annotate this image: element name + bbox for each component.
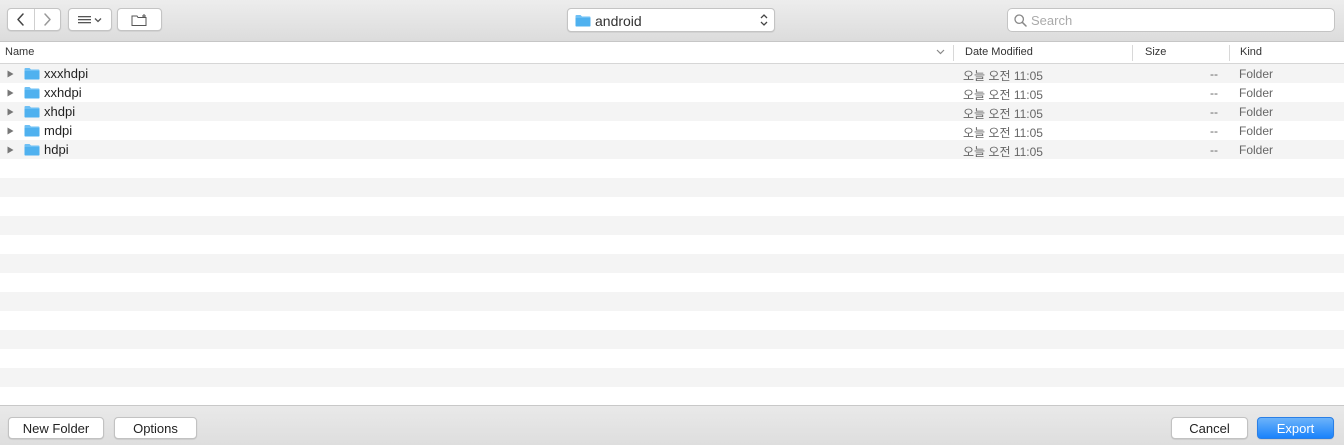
- disclosure-triangle-icon[interactable]: [7, 89, 14, 97]
- location-label: android: [595, 13, 642, 29]
- file-kind: Folder: [1239, 67, 1274, 81]
- column-date-header[interactable]: Date Modified: [965, 42, 1033, 63]
- file-size: --: [1210, 67, 1218, 81]
- back-button[interactable]: [8, 9, 34, 30]
- folder-icon: [24, 144, 40, 156]
- file-date: 오늘 오전 11:05: [963, 107, 1043, 121]
- list-view-icon: [78, 15, 102, 23]
- file-kind: Folder: [1239, 105, 1274, 119]
- chevron-left-icon: [17, 13, 25, 26]
- options-button[interactable]: Options: [114, 417, 197, 439]
- table-row[interactable]: xxxhdpi 오늘 오전 11:05 -- Folder: [0, 64, 1344, 83]
- disclosure-triangle-icon[interactable]: [7, 146, 14, 154]
- folder-icon: [575, 15, 591, 27]
- file-name: xxhdpi: [44, 85, 82, 100]
- sort-descending-icon: [936, 49, 945, 55]
- file-name: hdpi: [44, 142, 69, 157]
- file-date: 오늘 오전 11:05: [963, 88, 1043, 102]
- table-row[interactable]: hdpi 오늘 오전 11:05 -- Folder: [0, 140, 1344, 159]
- folder-icon: [24, 87, 40, 99]
- column-divider[interactable]: [953, 45, 954, 61]
- disclosure-triangle-icon[interactable]: [7, 127, 14, 135]
- nav-button-group: [7, 8, 61, 31]
- file-date: 오늘 오전 11:05: [963, 69, 1043, 83]
- up-down-chevron-icon: [760, 14, 768, 26]
- file-size: --: [1210, 105, 1218, 119]
- new-folder-toolbar-button[interactable]: [117, 8, 162, 31]
- file-list[interactable]: xxxhdpi 오늘 오전 11:05 -- Folder xxhdpi 오늘 …: [0, 64, 1344, 406]
- table-row[interactable]: xxhdpi 오늘 오전 11:05 -- Folder: [0, 83, 1344, 102]
- search-input[interactable]: [1031, 10, 1329, 30]
- column-divider[interactable]: [1132, 45, 1133, 61]
- table-row[interactable]: mdpi 오늘 오전 11:05 -- Folder: [0, 121, 1344, 140]
- file-kind: Folder: [1239, 143, 1274, 157]
- file-name: mdpi: [44, 123, 73, 138]
- folder-icon: [24, 68, 40, 80]
- forward-button[interactable]: [33, 9, 60, 30]
- cancel-button[interactable]: Cancel: [1171, 417, 1248, 439]
- export-button[interactable]: Export: [1257, 417, 1334, 439]
- file-date: 오늘 오전 11:05: [963, 126, 1043, 140]
- dialog-footer: New Folder Options Cancel Export: [0, 405, 1344, 445]
- disclosure-triangle-icon[interactable]: [7, 108, 14, 116]
- column-kind-header[interactable]: Kind: [1240, 42, 1262, 63]
- column-header: Name Date Modified Size Kind: [0, 42, 1344, 64]
- file-kind: Folder: [1239, 86, 1274, 100]
- new-folder-icon: [131, 13, 146, 26]
- folder-icon: [24, 106, 40, 118]
- file-kind: Folder: [1239, 124, 1274, 138]
- disclosure-triangle-icon[interactable]: [7, 70, 14, 78]
- file-size: --: [1210, 124, 1218, 138]
- toolbar: android: [0, 0, 1344, 42]
- file-size: --: [1210, 143, 1218, 157]
- location-popup[interactable]: android: [567, 8, 775, 32]
- file-size: --: [1210, 86, 1218, 100]
- folder-icon: [24, 125, 40, 137]
- magnifier-icon: [1014, 14, 1027, 27]
- table-row[interactable]: xhdpi 오늘 오전 11:05 -- Folder: [0, 102, 1344, 121]
- file-date: 오늘 오전 11:05: [963, 145, 1043, 159]
- search-field: [1007, 8, 1335, 32]
- column-divider[interactable]: [1229, 45, 1230, 61]
- file-name: xxxhdpi: [44, 66, 89, 81]
- file-name: xhdpi: [44, 104, 76, 119]
- view-options-button[interactable]: [68, 8, 112, 31]
- column-size-header[interactable]: Size: [1145, 42, 1166, 63]
- column-name-header[interactable]: Name: [5, 42, 34, 63]
- new-folder-button[interactable]: New Folder: [8, 417, 104, 439]
- chevron-right-icon: [44, 13, 51, 26]
